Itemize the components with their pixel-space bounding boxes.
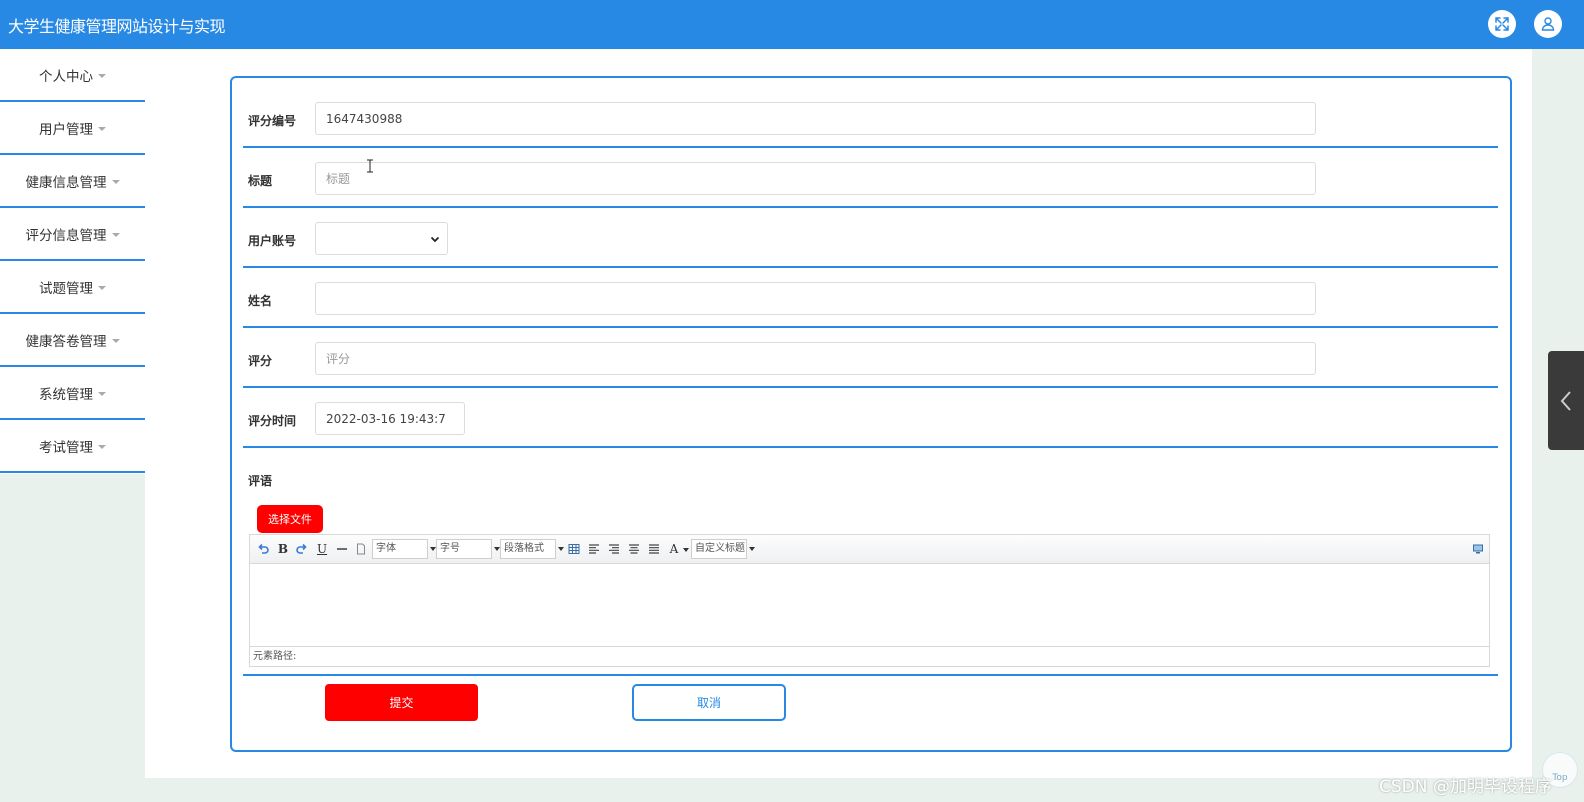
app-title: 大学生健康管理网站设计与实现 — [8, 17, 226, 36]
custom-style-select[interactable]: 自定义标题 — [691, 539, 755, 559]
text-cursor-icon — [367, 159, 373, 173]
underline-button[interactable]: U — [314, 541, 330, 557]
name-label: 姓名 — [248, 294, 273, 308]
sidebar-item-system[interactable]: 系统管理 — [0, 367, 145, 420]
font-size-select[interactable]: 字号 — [436, 539, 500, 559]
rich-text-editor: B U 字体 字号 段落格式 A 自定义标题 元素路径: — [249, 534, 1490, 667]
side-panel-toggle[interactable] — [1548, 351, 1584, 450]
sidebar-item-score-info[interactable]: 评分信息管理 — [0, 208, 145, 261]
font-color-button[interactable]: A — [666, 541, 682, 557]
fullscreen-editor-button[interactable] — [1470, 541, 1486, 557]
score-no-label: 评分编号 — [248, 114, 297, 128]
paragraph-format-select[interactable]: 段落格式 — [500, 539, 564, 559]
sidebar-item-label: 考试管理 — [39, 439, 93, 456]
caret-down-icon — [111, 338, 120, 343]
cancel-button[interactable]: 取消 — [632, 684, 786, 721]
undo-icon — [258, 543, 269, 554]
monitor-icon — [1473, 544, 1483, 554]
redo-icon — [296, 543, 307, 554]
sidebar-item-label: 健康答卷管理 — [25, 333, 107, 350]
fullscreen-button[interactable] — [1488, 10, 1516, 38]
editor-toolbar: B U 字体 字号 段落格式 A 自定义标题 — [250, 535, 1489, 564]
watermark: CSDN @加明毕设程序 — [1379, 777, 1552, 797]
caret-down-icon — [98, 73, 106, 78]
page-icon — [357, 543, 365, 555]
choose-file-button[interactable]: 选择文件 — [257, 505, 323, 533]
caret-down-icon — [98, 444, 106, 449]
score-label: 评分 — [248, 354, 273, 368]
form-row-score-time: 评分时间 — [243, 388, 1498, 448]
score-no-input[interactable] — [315, 102, 1316, 135]
align-left-button[interactable] — [586, 541, 602, 557]
align-left-icon — [589, 544, 599, 554]
dropdown-arrow-icon — [683, 548, 689, 552]
score-time-label: 评分时间 — [248, 414, 297, 428]
sidebar-item-exams[interactable]: 考试管理 — [0, 420, 145, 473]
paragraph-format-value: 段落格式 — [504, 543, 544, 554]
custom-style-value: 自定义标题 — [695, 543, 745, 554]
insert-table-button[interactable] — [566, 541, 582, 557]
caret-down-icon — [98, 285, 106, 290]
element-path-label: 元素路径: — [253, 651, 297, 662]
user-account-select[interactable] — [315, 222, 448, 255]
sidebar-item-user-management[interactable]: 用户管理 — [0, 102, 145, 155]
dropdown-arrow-icon — [558, 547, 564, 551]
user-icon — [1541, 17, 1555, 31]
title-label: 标题 — [248, 174, 273, 188]
caret-down-icon — [111, 232, 120, 237]
form-row-score-no: 评分编号 — [243, 88, 1498, 148]
sidebar-item-label: 试题管理 — [39, 280, 93, 297]
user-account-label: 用户账号 — [248, 234, 297, 248]
form-row-score: 评分 — [243, 328, 1498, 388]
sidebar-item-label: 评分信息管理 — [25, 227, 107, 244]
dropdown-arrow-icon — [749, 547, 755, 551]
align-right-icon — [609, 544, 619, 554]
top-navbar: 大学生健康管理网站设计与实现 — [0, 0, 1584, 49]
form-row-user-account: 用户账号 — [243, 208, 1498, 268]
caret-down-icon — [98, 391, 106, 396]
form-row-title: 标题 — [243, 148, 1498, 208]
chevron-down-icon — [430, 236, 440, 243]
font-family-value: 字体 — [376, 543, 396, 554]
table-icon — [568, 544, 580, 554]
user-menu-button[interactable] — [1534, 10, 1562, 38]
blank-page-button[interactable] — [353, 541, 369, 557]
align-right-button[interactable] — [606, 541, 622, 557]
fullscreen-icon — [1495, 17, 1509, 31]
font-family-select[interactable]: 字体 — [372, 539, 436, 559]
caret-down-icon — [111, 179, 120, 184]
align-center-icon — [629, 544, 639, 554]
editor-content-area[interactable] — [250, 564, 1489, 646]
sidebar-item-health-answers[interactable]: 健康答卷管理 — [0, 314, 145, 367]
redo-button[interactable] — [294, 541, 310, 557]
sidebar-item-label: 个人中心 — [39, 68, 93, 85]
form-row-name: 姓名 — [243, 268, 1498, 328]
sidebar-item-label: 用户管理 — [39, 121, 93, 138]
align-justify-button[interactable] — [646, 541, 662, 557]
editor-status-bar: 元素路径: — [250, 646, 1489, 666]
align-justify-icon — [649, 544, 659, 554]
submit-button[interactable]: 提交 — [325, 684, 478, 721]
align-center-button[interactable] — [626, 541, 642, 557]
sidebar-item-label: 健康信息管理 — [25, 174, 107, 191]
bold-button[interactable]: B — [275, 541, 291, 557]
score-time-input[interactable] — [315, 402, 465, 435]
sidebar-item-label: 系统管理 — [39, 386, 93, 403]
sidebar-item-personal-center[interactable]: 个人中心 — [0, 49, 145, 102]
chevron-left-icon — [1560, 390, 1571, 411]
title-input[interactable] — [315, 162, 1316, 195]
caret-down-icon — [98, 126, 106, 131]
sidebar-item-questions[interactable]: 试题管理 — [0, 261, 145, 314]
sidebar-item-health-info[interactable]: 健康信息管理 — [0, 155, 145, 208]
comment-label: 评语 — [248, 474, 273, 488]
score-input[interactable] — [315, 342, 1316, 375]
horizontal-rule-button[interactable] — [334, 541, 350, 557]
undo-button[interactable] — [255, 541, 271, 557]
horizontal-rule-icon — [337, 548, 347, 550]
font-size-value: 字号 — [440, 543, 460, 554]
name-input[interactable] — [315, 282, 1316, 315]
sidebar: 个人中心 用户管理 健康信息管理 评分信息管理 试题管理 健康答卷管理 系统管理… — [0, 49, 145, 474]
divider — [243, 674, 1498, 676]
